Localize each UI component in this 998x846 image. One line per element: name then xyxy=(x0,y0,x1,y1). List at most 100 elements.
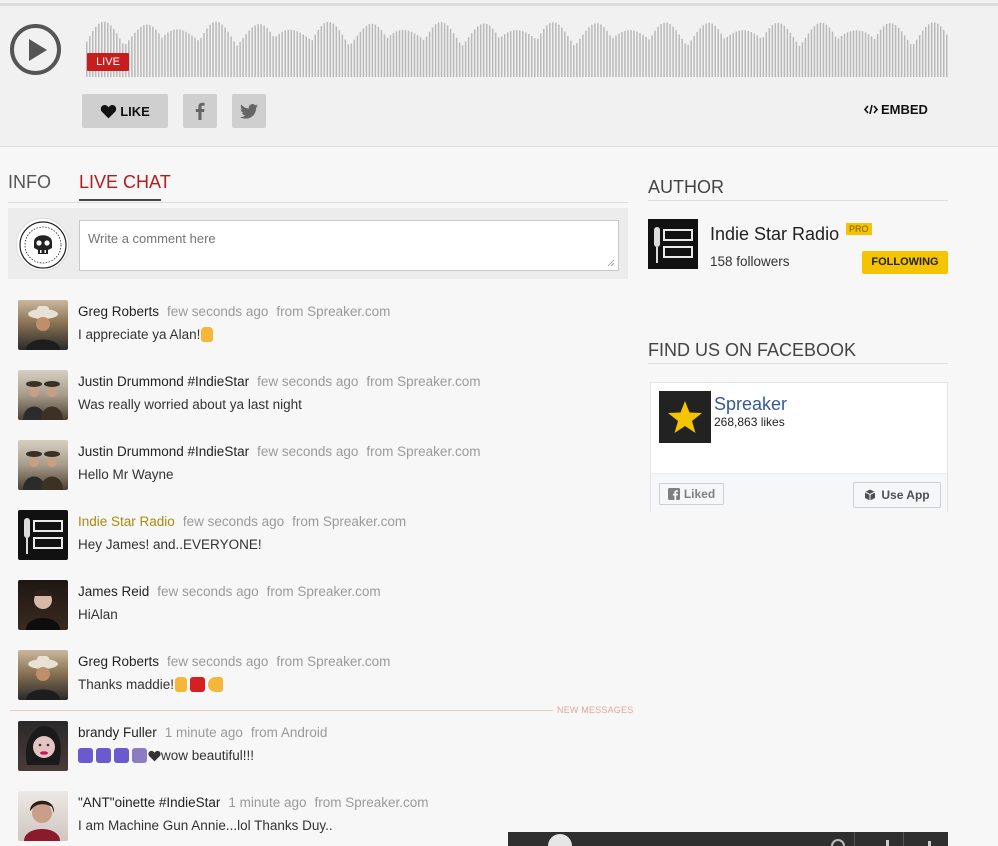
avatar[interactable] xyxy=(18,300,68,350)
facebook-page-name[interactable]: Spreaker xyxy=(714,394,787,415)
message-source: from Spreaker.com xyxy=(266,584,381,599)
waveform-bar xyxy=(924,27,927,77)
waveform-bar xyxy=(260,24,262,77)
avatar[interactable] xyxy=(18,650,68,700)
chat-message: Justin Drummond #IndieStar few seconds ag… xyxy=(18,440,628,492)
waveform-bar xyxy=(482,23,485,77)
resize-handle-icon[interactable] xyxy=(607,259,615,267)
waveform-bar xyxy=(512,30,515,77)
message-text: Hello Mr Wayne xyxy=(78,467,174,482)
message-author[interactable]: Justin Drummond #IndieStar xyxy=(78,374,249,389)
message-text: Thanks maddie! xyxy=(78,677,175,692)
waveform-bar xyxy=(266,28,268,77)
waveform-bar xyxy=(714,25,716,77)
waveform-bar xyxy=(843,34,846,77)
avatar[interactable] xyxy=(18,510,68,560)
waveform-bar xyxy=(425,36,428,77)
waveform[interactable] xyxy=(86,20,949,77)
waveform-bar xyxy=(783,25,786,77)
waveform-bar xyxy=(305,36,308,77)
waveform-bar xyxy=(218,22,220,77)
following-button[interactable]: FOLLOWING xyxy=(862,251,948,274)
waveform-bar xyxy=(936,23,939,77)
waveform-bar xyxy=(296,31,298,77)
waveform-bar xyxy=(134,32,136,77)
waveform-bar xyxy=(422,39,425,77)
waveform-bar xyxy=(792,37,795,77)
waveform-bar xyxy=(323,23,326,77)
waveform-bar xyxy=(311,40,314,77)
avatar[interactable] xyxy=(18,440,68,490)
waveform-bar xyxy=(891,23,894,77)
avatar[interactable] xyxy=(18,721,68,771)
waveform-bar xyxy=(434,24,437,77)
twitter-share-button[interactable] xyxy=(232,94,266,128)
author-name[interactable]: Indie Star Radio xyxy=(710,224,839,245)
tab-info[interactable]: INFO xyxy=(8,172,51,193)
waveform-bar xyxy=(873,38,876,77)
comment-input[interactable] xyxy=(79,220,619,271)
message-author[interactable]: "ANT"oinette #IndieStar xyxy=(78,795,220,810)
waveform-bar xyxy=(401,29,404,77)
waveform-bar xyxy=(729,34,731,77)
waveform-bar xyxy=(221,24,223,77)
waveform-bar xyxy=(206,28,208,77)
waveform-bar xyxy=(455,37,458,77)
waveform-bar xyxy=(576,43,578,77)
waveform-bar xyxy=(380,30,383,77)
player-header: LIVE LIKE EMBED xyxy=(0,0,998,147)
waveform-bar xyxy=(840,36,843,77)
waveform-bar xyxy=(314,34,317,77)
message-author[interactable]: Justin Drummond #IndieStar xyxy=(78,444,249,459)
user-avatar xyxy=(16,218,69,271)
message-author[interactable]: Indie Star Radio xyxy=(78,514,175,529)
message-author[interactable]: Greg Roberts xyxy=(78,304,159,319)
waveform-bar xyxy=(392,32,395,77)
author-avatar[interactable] xyxy=(648,219,698,269)
waveform-bar xyxy=(485,23,488,77)
embed-button[interactable]: EMBED xyxy=(864,102,928,117)
waveform-bar xyxy=(191,35,193,77)
facebook-liked-button[interactable]: Liked xyxy=(659,483,724,505)
tab-live-chat[interactable]: LIVE CHAT xyxy=(79,172,171,193)
mini-player-bar[interactable] xyxy=(508,832,948,846)
waveform-bar xyxy=(849,31,852,77)
spreaker-logo[interactable] xyxy=(659,391,711,443)
waveform-bar xyxy=(531,36,533,77)
avatar[interactable] xyxy=(18,370,68,420)
message-author[interactable]: Greg Roberts xyxy=(78,654,159,669)
message-author[interactable]: brandy Fuller xyxy=(78,725,157,740)
like-button[interactable]: LIKE xyxy=(82,94,168,128)
message-author[interactable]: James Reid xyxy=(78,584,149,599)
chat-message: Justin Drummond #IndieStar few seconds ag… xyxy=(18,370,628,422)
facebook-share-button[interactable] xyxy=(183,94,217,128)
waveform-bar xyxy=(696,31,698,77)
waveform-bar xyxy=(263,25,265,77)
facebook-use-app-button[interactable]: Use App xyxy=(853,482,941,508)
waveform-bar xyxy=(735,31,738,77)
waveform-bar xyxy=(852,30,855,77)
waveform-bar xyxy=(630,30,632,77)
author-followers: 158 followers xyxy=(710,254,790,269)
waveform-bar xyxy=(717,29,719,77)
message-source: from Android xyxy=(250,725,328,740)
waveform-bar xyxy=(897,27,900,77)
waveform-bar xyxy=(413,33,416,77)
waveform-bar xyxy=(597,23,599,77)
avatar[interactable] xyxy=(18,791,68,841)
waveform-bar xyxy=(215,21,217,77)
waveform-bar xyxy=(398,30,401,77)
waveform-bar xyxy=(359,31,362,77)
waveform-bar xyxy=(509,31,512,77)
waveform-bar xyxy=(645,36,647,77)
waveform-bar xyxy=(227,31,229,77)
waveform-bar xyxy=(876,34,879,77)
waveform-bar xyxy=(651,35,653,77)
avatar[interactable] xyxy=(18,580,68,630)
waveform-bar xyxy=(738,30,741,77)
play-button[interactable] xyxy=(10,24,61,75)
waveform-bar xyxy=(804,37,807,77)
cube-icon xyxy=(865,489,876,501)
waveform-bar xyxy=(164,34,166,77)
waveform-bar xyxy=(663,22,665,77)
